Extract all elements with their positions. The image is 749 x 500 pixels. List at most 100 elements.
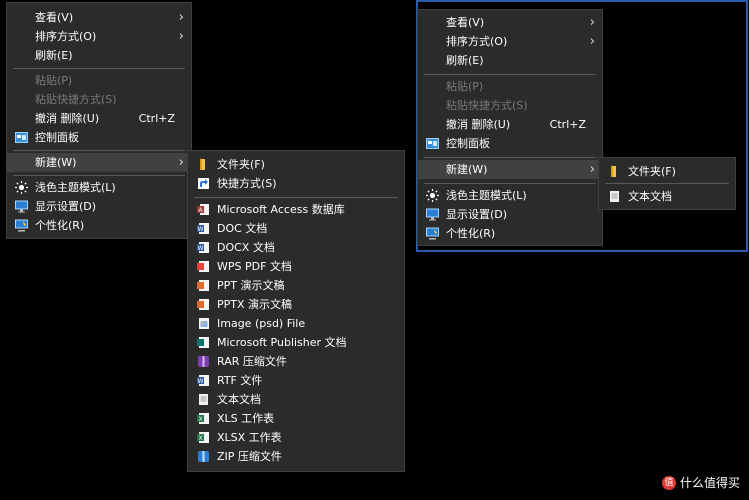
submenu-item-access[interactable]: A Microsoft Access 数据库 — [188, 200, 404, 219]
menu-item-label: 个性化(R) — [35, 219, 85, 232]
chevron-right-icon: › — [589, 162, 595, 177]
submenu-item-label: 文本文档 — [217, 393, 261, 406]
menu-item-label: 刷新(E) — [35, 49, 73, 62]
svg-text:W: W — [198, 378, 204, 385]
menu-item-new[interactable]: 新建(W) › — [418, 160, 602, 179]
submenu-item-text-doc[interactable]: 文本文档 — [599, 187, 735, 206]
submenu-item-label: DOC 文档 — [217, 222, 268, 235]
menu-item-control-panel[interactable]: 控制面板 — [7, 128, 191, 147]
watermark: 值 什么值得买 — [662, 474, 740, 491]
submenu-item-shortcut[interactable]: 快捷方式(S) — [188, 174, 404, 193]
menu-item-refresh[interactable]: 刷新(E) — [418, 51, 602, 70]
menu-separator — [13, 68, 185, 69]
access-icon: A — [197, 204, 209, 215]
rar-icon — [198, 356, 209, 367]
submenu-item-label: RTF 文件 — [217, 374, 263, 387]
submenu-item-label: RAR 压缩文件 — [217, 355, 287, 368]
menu-item-label: 浅色主题模式(L) — [446, 189, 527, 202]
submenu-item-label: 文件夹(F) — [628, 165, 676, 178]
menu-item-label: 个性化(R) — [446, 227, 496, 240]
menu-separator — [424, 183, 596, 184]
menu-separator — [605, 183, 729, 184]
submenu-item-doc[interactable]: W DOC 文档 — [188, 219, 404, 238]
submenu-item-ppt[interactable]: PPT 演示文稿 — [188, 276, 404, 295]
menu-item-paste-shortcut[interactable]: 粘贴快捷方式(S) — [418, 96, 602, 115]
control-panel-icon — [426, 138, 439, 149]
control-panel-icon — [15, 132, 28, 143]
submenu-item-label: XLS 工作表 — [217, 412, 275, 425]
submenu-item-psd[interactable]: Image (psd) File — [188, 314, 404, 333]
svg-text:W: W — [198, 245, 204, 252]
menu-item-undo-delete[interactable]: 撤消 删除(U) Ctrl+Z — [418, 115, 602, 134]
menu-separator — [13, 150, 185, 151]
submenu-item-label: Microsoft Publisher 文档 — [217, 336, 347, 349]
chevron-right-icon: › — [178, 10, 184, 25]
submenu-item-label: PPT 演示文稿 — [217, 279, 285, 292]
submenu-item-folder[interactable]: 文件夹(F) — [599, 162, 735, 181]
sun-icon — [15, 181, 28, 194]
menu-item-label: 显示设置(D) — [35, 200, 97, 213]
menu-item-label: 排序方式(O) — [35, 30, 97, 43]
chevron-right-icon: › — [178, 155, 184, 170]
submenu-item-text-doc[interactable]: 文本文档 — [188, 390, 404, 409]
menu-item-undo-delete[interactable]: 撤消 删除(U) Ctrl+Z — [7, 109, 191, 128]
watermark-text: 什么值得买 — [680, 476, 741, 490]
submenu-item-label: PPTX 演示文稿 — [217, 298, 293, 311]
pptx-icon — [197, 299, 209, 310]
menu-item-control-panel[interactable]: 控制面板 — [418, 134, 602, 153]
submenu-item-publisher[interactable]: Microsoft Publisher 文档 — [188, 333, 404, 352]
menu-item-sort[interactable]: 排序方式(O) › — [418, 32, 602, 51]
personalize-icon — [15, 219, 28, 232]
menu-item-display-settings[interactable]: 显示设置(D) — [418, 205, 602, 224]
submenu-item-label: DOCX 文档 — [217, 241, 275, 254]
chevron-right-icon: › — [589, 15, 595, 30]
menu-item-label: 排序方式(O) — [446, 35, 508, 48]
personalize-icon — [426, 227, 439, 240]
submenu-item-rtf[interactable]: W RTF 文件 — [188, 371, 404, 390]
menu-item-label: 粘贴快捷方式(S) — [35, 93, 117, 106]
xls-icon: X — [197, 413, 209, 424]
submenu-item-rar[interactable]: RAR 压缩文件 — [188, 352, 404, 371]
submenu-item-pdf[interactable]: WPS PDF 文档 — [188, 257, 404, 276]
text-doc-icon — [610, 191, 619, 202]
menu-item-light-theme[interactable]: 浅色主题模式(L) — [418, 186, 602, 205]
svg-text:W: W — [198, 226, 204, 233]
menu-item-light-theme[interactable]: 浅色主题模式(L) — [7, 178, 191, 197]
menu-separator — [424, 157, 596, 158]
menu-item-label: 新建(W) — [35, 156, 77, 169]
docx-icon: W — [197, 242, 209, 253]
menu-item-label: 刷新(E) — [446, 54, 484, 67]
left-new-submenu: 文件夹(F) 快捷方式(S) A Microsoft Access 数据库 W … — [187, 150, 405, 472]
menu-separator — [424, 74, 596, 75]
menu-item-label: 浅色主题模式(L) — [35, 181, 116, 194]
submenu-item-pptx[interactable]: PPTX 演示文稿 — [188, 295, 404, 314]
menu-item-refresh[interactable]: 刷新(E) — [7, 46, 191, 65]
text-doc-icon — [199, 394, 208, 405]
menu-item-paste[interactable]: 粘贴(P) — [7, 71, 191, 90]
menu-item-sort[interactable]: 排序方式(O) › — [7, 27, 191, 46]
menu-item-label: 查看(V) — [446, 16, 485, 29]
folder-icon — [200, 158, 205, 170]
menu-item-label: 撤消 删除(U) — [35, 112, 100, 125]
menu-item-label: 粘贴(P) — [446, 80, 484, 93]
submenu-item-xlsx[interactable]: X XLSX 工作表 — [188, 428, 404, 447]
menu-item-display-settings[interactable]: 显示设置(D) — [7, 197, 191, 216]
submenu-item-label: XLSX 工作表 — [217, 431, 282, 444]
menu-item-personalize[interactable]: 个性化(R) — [7, 216, 191, 235]
xlsx-icon: X — [197, 432, 209, 443]
submenu-item-docx[interactable]: W DOCX 文档 — [188, 238, 404, 257]
publisher-icon — [197, 337, 209, 348]
menu-item-view[interactable]: 查看(V) › — [7, 8, 191, 27]
menu-item-paste-shortcut[interactable]: 粘贴快捷方式(S) — [7, 90, 191, 109]
menu-item-paste[interactable]: 粘贴(P) — [418, 77, 602, 96]
menu-item-new[interactable]: 新建(W) › — [7, 153, 191, 172]
submenu-item-xls[interactable]: X XLS 工作表 — [188, 409, 404, 428]
submenu-item-folder[interactable]: 文件夹(F) — [188, 155, 404, 174]
rtf-icon: W — [197, 375, 209, 386]
menu-item-personalize[interactable]: 个性化(R) — [418, 224, 602, 243]
menu-item-view[interactable]: 查看(V) › — [418, 13, 602, 32]
submenu-item-label: WPS PDF 文档 — [217, 260, 292, 273]
left-context-menu: 查看(V) › 排序方式(O) › 刷新(E) 粘贴(P) 粘贴快捷方式(S) … — [6, 2, 192, 239]
menu-item-label: 控制面板 — [446, 137, 490, 150]
submenu-item-zip[interactable]: ZIP 压缩文件 — [188, 447, 404, 466]
